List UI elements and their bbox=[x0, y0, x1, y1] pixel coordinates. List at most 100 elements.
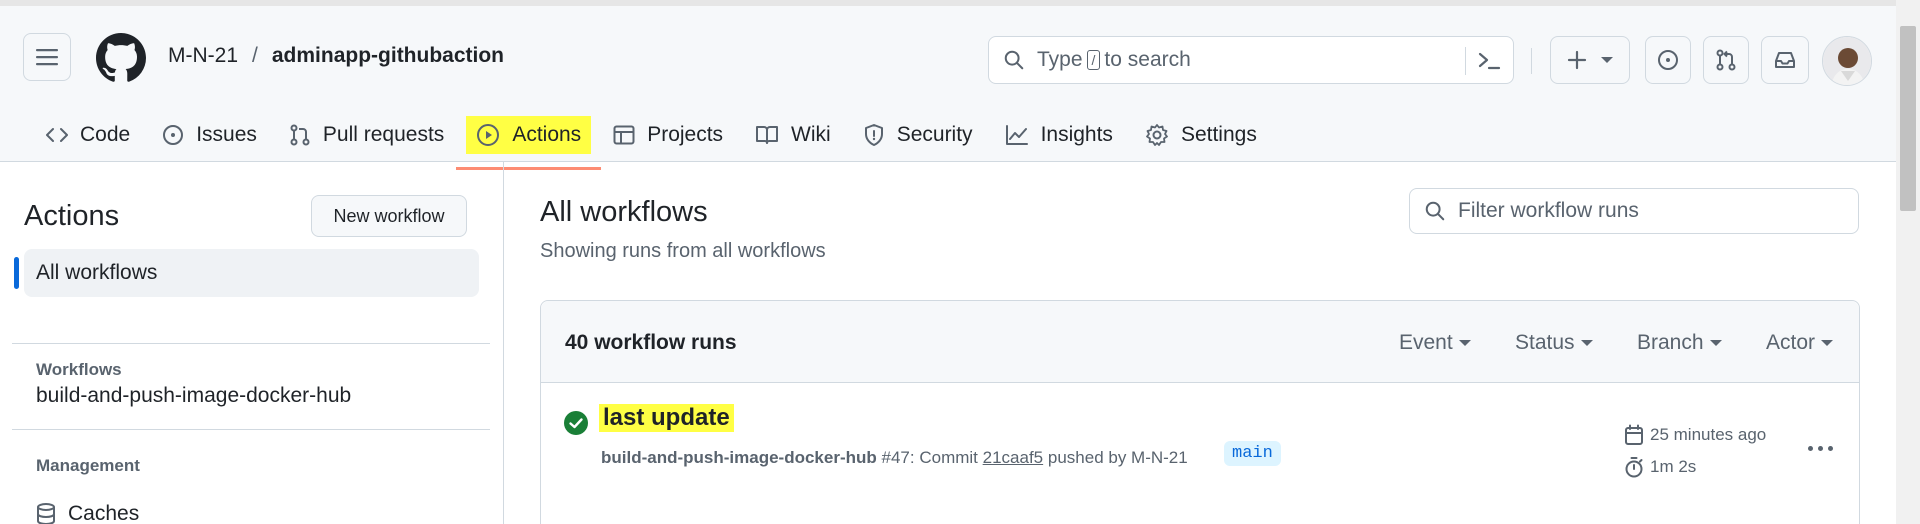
workflow-item-label: build-and-push-image-docker-hub bbox=[36, 384, 352, 407]
repo-nav-tabs: Code Issues Pull requests Actions Projec… bbox=[36, 116, 1279, 170]
page-subtitle: Showing runs from all workflows bbox=[540, 240, 826, 262]
actor-filter-button[interactable]: Actor bbox=[1766, 331, 1834, 355]
issue-icon bbox=[1658, 50, 1678, 70]
database-icon bbox=[37, 503, 55, 524]
check-circle-icon bbox=[564, 411, 588, 435]
kebab-dot-icon bbox=[1807, 445, 1813, 451]
run-meta: build-and-push-image-docker-hub #47: Com… bbox=[601, 448, 1188, 467]
search-icon bbox=[1425, 201, 1445, 221]
tab-insights[interactable]: Insights bbox=[995, 116, 1123, 154]
workflow-run-row[interactable]: last update build-and-push-image-docker-… bbox=[541, 384, 1859, 524]
graph-icon bbox=[1005, 125, 1028, 145]
search-input[interactable]: Type / to search bbox=[988, 36, 1514, 84]
commit-label: Commit bbox=[919, 448, 978, 467]
duration-label: 1m 2s bbox=[1650, 457, 1697, 476]
issue-icon bbox=[163, 125, 184, 145]
filter-label: Branch bbox=[1637, 331, 1704, 354]
search-placeholder: Type / to search bbox=[1037, 48, 1191, 72]
hamburger-menu-button[interactable] bbox=[23, 33, 71, 81]
event-filter-button[interactable]: Event bbox=[1399, 331, 1471, 355]
run-number: #47 bbox=[881, 448, 910, 467]
tab-label: Insights bbox=[1040, 123, 1113, 146]
tab-issues[interactable]: Issues bbox=[152, 116, 267, 154]
table-icon bbox=[613, 125, 635, 145]
new-workflow-button[interactable]: New workflow bbox=[311, 195, 467, 237]
run-title-link[interactable]: last update bbox=[599, 404, 734, 432]
kebab-dot-icon bbox=[1817, 445, 1823, 451]
stopwatch-icon bbox=[1625, 457, 1643, 478]
your-pull-requests-button[interactable] bbox=[1703, 36, 1749, 84]
commit-sha-link[interactable]: 21caaf5 bbox=[983, 448, 1044, 467]
book-icon bbox=[756, 126, 779, 144]
kebab-dot-icon bbox=[1827, 445, 1833, 451]
inbox-icon bbox=[1775, 52, 1795, 68]
tab-label: Issues bbox=[196, 123, 257, 146]
status-filter-button[interactable]: Status bbox=[1515, 331, 1593, 355]
tab-pull-requests[interactable]: Pull requests bbox=[279, 116, 454, 154]
code-icon bbox=[46, 128, 68, 142]
run-options-button[interactable] bbox=[1801, 436, 1839, 460]
tab-projects[interactable]: Projects bbox=[603, 116, 733, 154]
search-icon bbox=[1004, 50, 1024, 70]
sidebar-item-all-workflows[interactable]: All workflows bbox=[14, 249, 479, 297]
header-divider bbox=[1531, 48, 1532, 74]
tab-label: Pull requests bbox=[322, 123, 445, 146]
workflow-runs-header: 40 workflow runs Event Status Branch Act… bbox=[541, 301, 1859, 383]
branch-filter-button[interactable]: Branch bbox=[1637, 331, 1722, 355]
command-palette-icon[interactable] bbox=[1477, 49, 1501, 73]
scrollbar-thumb[interactable] bbox=[1900, 26, 1916, 211]
runs-count: 40 workflow runs bbox=[565, 331, 737, 354]
run-timestamp: 25 minutes ago bbox=[1624, 424, 1766, 446]
filter-placeholder: Filter workflow runs bbox=[1458, 199, 1639, 222]
tab-label: Projects bbox=[647, 123, 724, 146]
workflow-runs-box: 40 workflow runs Event Status Branch Act… bbox=[540, 300, 1860, 524]
tab-label: Wiki bbox=[791, 123, 831, 146]
chevron-down-icon bbox=[1458, 340, 1471, 346]
caches-label: Caches bbox=[68, 502, 140, 524]
tab-label: Security bbox=[896, 123, 973, 146]
repo-name-link[interactable]: adminapp-githubaction bbox=[272, 44, 504, 68]
page-scrollbar[interactable] bbox=[1896, 0, 1920, 524]
pushed-by-text: pushed by M-N-21 bbox=[1047, 448, 1188, 467]
play-icon bbox=[477, 124, 500, 146]
breadcrumb: M-N-21 / adminapp-githubaction bbox=[168, 44, 504, 68]
sidebar-item-workflow[interactable]: build-and-push-image-docker-hub bbox=[36, 384, 351, 408]
tab-label: Settings bbox=[1180, 123, 1257, 146]
chevron-down-icon bbox=[1821, 340, 1834, 346]
create-new-button[interactable] bbox=[1550, 36, 1630, 84]
plus-icon bbox=[1567, 50, 1587, 70]
tab-code[interactable]: Code bbox=[36, 116, 140, 154]
pull-request-icon bbox=[1716, 49, 1736, 71]
tab-security[interactable]: Security bbox=[853, 116, 983, 154]
actions-sidebar: Actions New workflow All workflows Workf… bbox=[0, 162, 504, 524]
pull-request-icon bbox=[290, 124, 310, 146]
avatar-image bbox=[1823, 37, 1871, 85]
repo-owner-link[interactable]: M-N-21 bbox=[168, 44, 238, 68]
sidebar-item-caches[interactable]: Caches bbox=[36, 502, 139, 524]
management-heading: Management bbox=[36, 456, 140, 475]
tab-actions[interactable]: Actions bbox=[456, 116, 602, 170]
tab-settings[interactable]: Settings bbox=[1135, 116, 1267, 154]
your-issues-button[interactable] bbox=[1645, 36, 1691, 84]
filter-workflow-runs-input[interactable]: Filter workflow runs bbox=[1409, 188, 1859, 234]
branch-badge[interactable]: main bbox=[1224, 441, 1281, 466]
search-divider bbox=[1465, 47, 1466, 75]
github-logo-icon[interactable] bbox=[96, 33, 146, 83]
gear-icon bbox=[1146, 124, 1168, 146]
run-duration: 1m 2s bbox=[1624, 456, 1696, 478]
sidebar-divider bbox=[12, 429, 490, 430]
time-ago-label: 25 minutes ago bbox=[1650, 425, 1767, 444]
breadcrumb-separator: / bbox=[252, 44, 258, 67]
tab-label: Actions bbox=[512, 123, 582, 146]
global-header: M-N-21 / adminapp-githubaction Type / to… bbox=[0, 0, 1896, 170]
notifications-button[interactable] bbox=[1761, 36, 1809, 84]
shield-icon bbox=[864, 124, 883, 146]
search-shortcut-key: / bbox=[1086, 50, 1101, 70]
tab-wiki[interactable]: Wiki bbox=[745, 116, 841, 154]
filter-label: Actor bbox=[1766, 331, 1816, 354]
chevron-down-icon bbox=[1601, 57, 1613, 63]
page-title: All workflows bbox=[540, 196, 708, 228]
chevron-down-icon bbox=[1580, 340, 1593, 346]
workflows-heading-label: Workflows bbox=[36, 360, 122, 379]
user-avatar[interactable] bbox=[1822, 36, 1872, 86]
